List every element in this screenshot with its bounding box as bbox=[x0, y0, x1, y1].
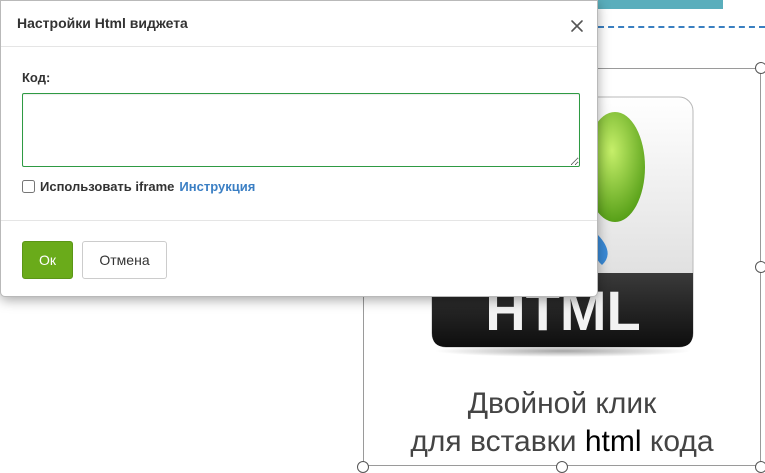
close-icon bbox=[571, 20, 583, 32]
resize-handle-bottom-left[interactable] bbox=[357, 461, 369, 473]
html-widget-settings-dialog: Настройки Html виджета Код: Использовать… bbox=[0, 0, 598, 297]
resize-handle-bottom[interactable] bbox=[556, 461, 568, 473]
widget-caption-line1: Двойной клик bbox=[467, 387, 657, 420]
code-label: Код: bbox=[22, 70, 51, 85]
ok-button[interactable]: Ок bbox=[22, 241, 73, 279]
dialog-header: Настройки Html виджета bbox=[1, 1, 597, 47]
resize-handle-right[interactable] bbox=[755, 261, 765, 273]
canvas-guide-line bbox=[598, 26, 765, 28]
resize-handle-bottom-right[interactable] bbox=[755, 461, 765, 473]
iframe-option-row: Использовать iframe Инструкция bbox=[22, 178, 255, 194]
use-iframe-checkbox[interactable] bbox=[22, 179, 35, 193]
widget-caption-line2: для вставки html кода bbox=[410, 425, 714, 458]
cancel-button[interactable]: Отмена bbox=[82, 241, 167, 279]
use-iframe-label[interactable]: Использовать iframe bbox=[40, 179, 174, 194]
resize-handle-top-right[interactable] bbox=[755, 62, 765, 74]
dialog-title: Настройки Html виджета bbox=[17, 15, 188, 31]
close-button[interactable] bbox=[570, 19, 584, 33]
canvas-top-strip bbox=[598, 0, 723, 9]
code-input[interactable] bbox=[22, 93, 580, 167]
dialog-footer-divider bbox=[1, 220, 597, 221]
instruction-link[interactable]: Инструкция bbox=[179, 179, 255, 194]
